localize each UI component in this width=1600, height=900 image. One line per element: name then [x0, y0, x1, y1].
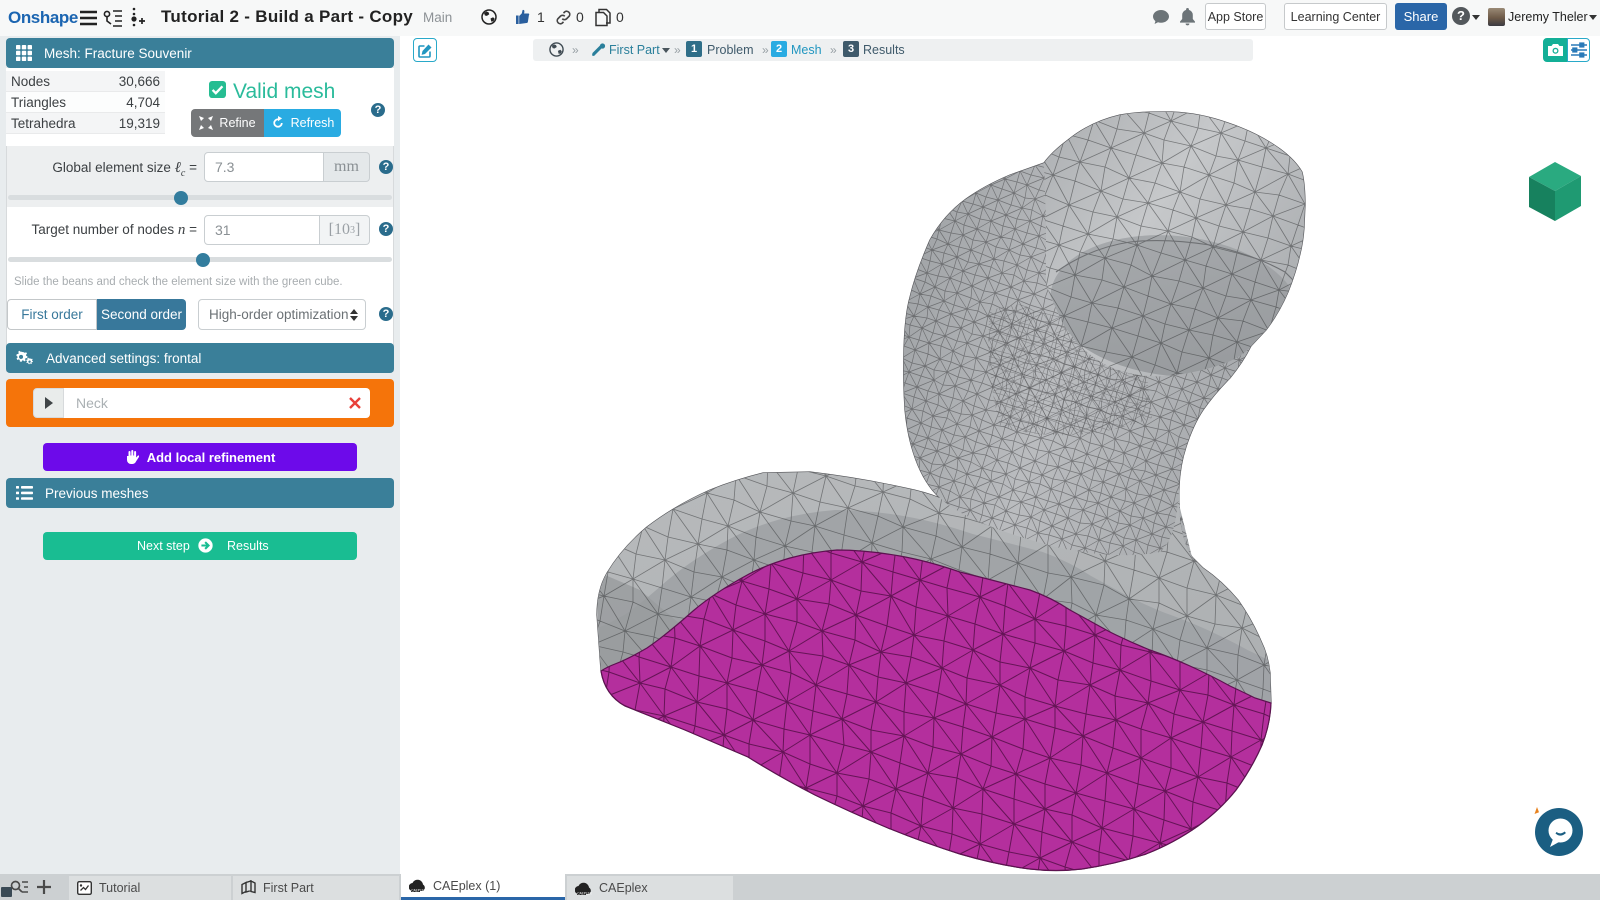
svg-text:CAEPLEX: CAEPLEX	[577, 891, 593, 894]
svg-text:CAEPLEX: CAEPLEX	[411, 889, 427, 892]
